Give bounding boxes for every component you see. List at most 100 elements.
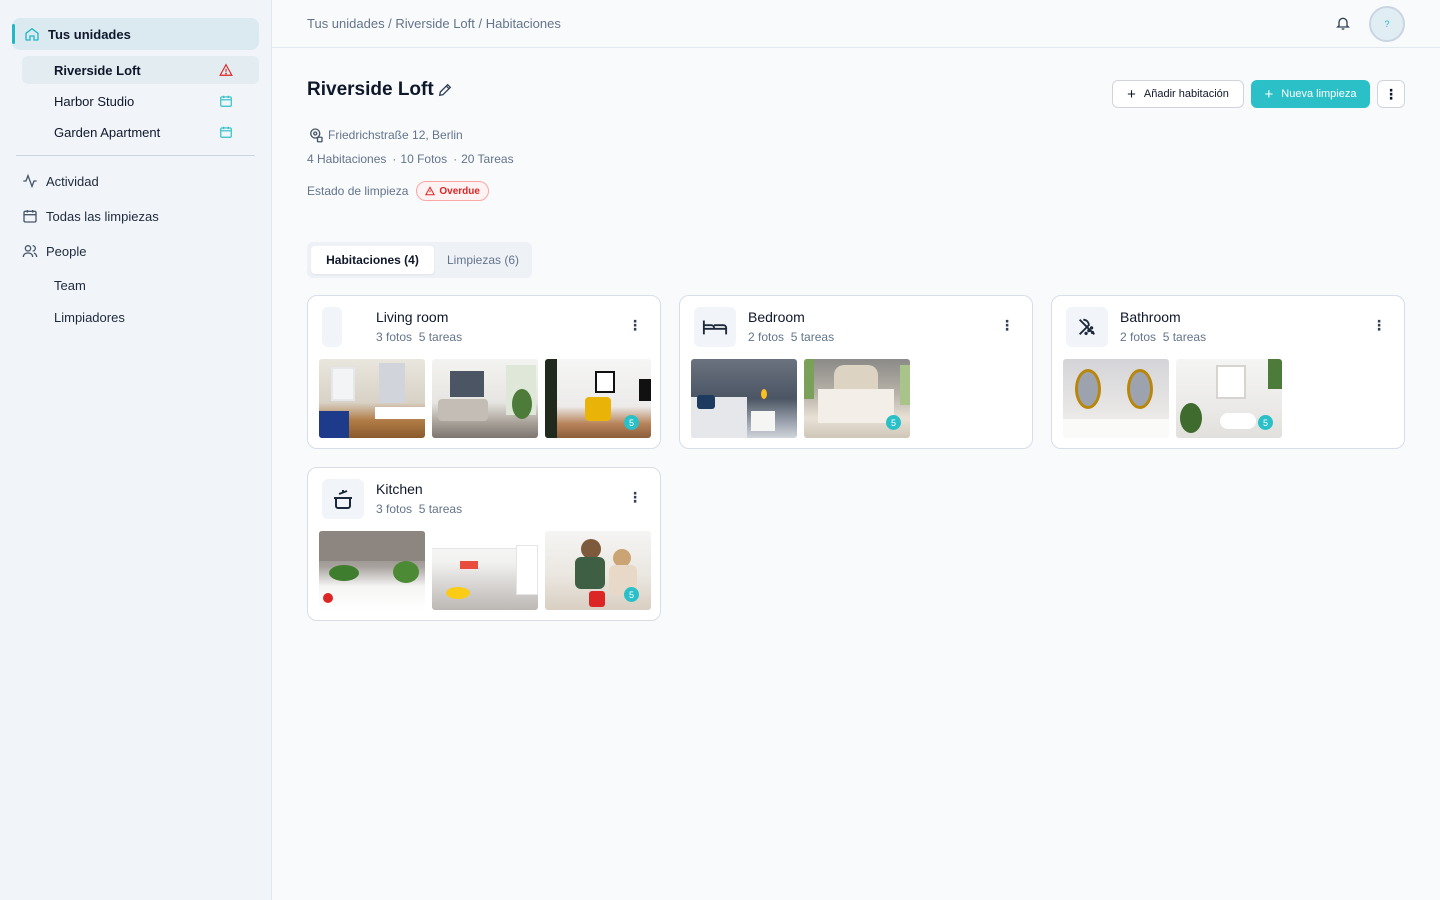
room-name: Kitchen [376,481,423,497]
shower-icon [1079,318,1095,336]
room-meta: 3 fotos 5 tareas [376,502,462,516]
room-meta: 3 fotos 5 tareas [376,330,462,344]
tab-habitaciones[interactable]: Habitaciones (4) [311,246,434,274]
room-icon-placeholder [322,307,342,347]
room-photos: 3 fotos [376,502,413,516]
sidebar-item-label: Tus unidades [48,26,131,42]
unit-stats: 4 Habitaciones · 10 Fotos · 20 Tareas [307,152,520,166]
activity-icon [23,173,37,189]
sidebar-divider [16,155,255,156]
room-icon-box [1066,307,1108,347]
room-card-bedroom[interactable]: Bedroom 2 fotos 5 tareas ⋮ 5 [679,295,1033,449]
plus-icon: + [1127,85,1136,103]
room-icon-box [694,307,736,347]
tasks-count: 20 Tareas [461,152,514,166]
room-photo[interactable] [691,359,797,438]
room-menu-button[interactable]: ⋮ [1372,318,1386,332]
status-badge: Overdue [416,181,489,201]
sidebar-unit-riverside-loft[interactable]: Riverside Loft [22,56,259,84]
sidebar-item-label: Todas las limpiezas [46,208,159,224]
cooking-pot-icon [334,490,352,509]
room-photos: 3 fotos [376,330,413,344]
breadcrumb[interactable]: Tus unidades / Riverside Loft / Habitaci… [307,16,561,31]
status-badge-text: Overdue [439,185,480,197]
unit-address: Friedrichstraße 12, Berlin [307,126,463,144]
room-tasks: 5 tareas [1162,330,1207,344]
sidebar: Tus unidades Riverside Loft Harbor Studi… [0,0,272,900]
room-photo[interactable] [432,531,538,610]
task-count-badge: 5 [886,415,901,430]
new-cleaning-label: Nueva limpieza [1281,88,1357,100]
task-count-badge: 5 [1258,415,1273,430]
room-meta: 2 fotos 5 tareas [748,330,834,344]
separator-dot: · [392,152,397,166]
unit-label: Harbor Studio [54,93,135,109]
calendar-icon [220,95,232,107]
room-photo[interactable] [319,359,425,438]
sidebar-unit-garden-apartment[interactable]: Garden Apartment [22,118,259,146]
unit-label: Riverside Loft [54,62,141,78]
room-photos-strip [691,359,910,438]
new-cleaning-button[interactable]: + Nueva limpieza [1251,80,1370,108]
room-card-living-room[interactable]: Living room 3 fotos 5 tareas ⋮ 5 [307,295,661,449]
room-icon-box [322,479,364,519]
room-photo[interactable] [319,531,425,610]
sidebar-item-todas-limpiezas[interactable]: Todas las limpiezas [22,208,159,224]
users-icon [22,245,38,258]
sidebar-unit-harbor-studio[interactable]: Harbor Studio [22,87,259,115]
room-menu-button[interactable]: ⋮ [628,318,642,332]
map-pin-icon [310,128,323,143]
bell-icon[interactable] [1335,15,1351,31]
room-card-kitchen[interactable]: Kitchen 3 fotos 5 tareas ⋮ 5 [307,467,661,621]
active-indicator [12,24,15,44]
topbar: Tus unidades / Riverside Loft / Habitaci… [272,0,1440,48]
add-room-button[interactable]: + Añadir habitación [1112,80,1244,108]
room-photo[interactable] [1063,359,1169,438]
room-menu-button[interactable]: ⋮ [1000,318,1014,332]
room-photos-strip [1063,359,1282,438]
unit-label: Garden Apartment [54,124,161,140]
calendar-icon [23,210,37,223]
task-count-badge: 5 [624,415,639,430]
room-photos-strip [319,531,651,610]
bed-icon [702,320,728,335]
room-photo[interactable] [432,359,538,438]
page-title: Riverside Loft [307,79,434,100]
alert-triangle-icon [425,186,436,196]
room-tasks: 5 tareas [418,330,463,344]
sidebar-subitem-team[interactable]: Team [54,278,86,293]
room-photos-strip [319,359,651,438]
room-name: Bathroom [1120,309,1181,325]
avatar[interactable]: ? [1369,6,1405,42]
room-photos: 2 fotos [1120,330,1157,344]
task-count-badge: 5 [624,587,639,602]
cleaning-status-label: Estado de limpieza [307,184,409,198]
room-tasks: 5 tareas [418,502,463,516]
room-photos: 2 fotos [748,330,785,344]
sidebar-item-tus-unidades[interactable]: Tus unidades [12,18,259,50]
room-tasks: 5 tareas [790,330,835,344]
pencil-icon[interactable] [437,82,453,98]
tab-bar: Habitaciones (4) Limpiezas (6) [307,242,532,278]
sidebar-subitem-limpiadores[interactable]: Limpiadores [54,310,125,325]
add-room-label: Añadir habitación [1143,88,1229,100]
photos-count: 10 Fotos [400,152,448,166]
calendar-icon [220,126,232,138]
tab-limpiezas[interactable]: Limpiezas (6) [439,246,527,274]
room-menu-button[interactable]: ⋮ [628,490,642,504]
address-text: Friedrichstraße 12, Berlin [328,128,463,142]
sidebar-item-label: Actividad [46,173,99,189]
room-name: Bedroom [748,309,805,325]
more-options-button[interactable]: ⋮ [1377,80,1405,108]
room-name: Living room [376,309,449,325]
cleaning-status: Estado de limpieza Overdue [307,181,489,201]
plus-icon: + [1264,85,1274,103]
home-icon [25,27,39,41]
sidebar-item-people[interactable]: People [22,243,86,259]
separator-dot: · [453,152,458,166]
sidebar-item-actividad[interactable]: Actividad [22,173,99,189]
sidebar-item-label: People [46,243,87,259]
rooms-count: 4 Habitaciones [307,152,387,166]
room-meta: 2 fotos 5 tareas [1120,330,1206,344]
room-card-bathroom[interactable]: Bathroom 2 fotos 5 tareas ⋮ 5 [1051,295,1405,449]
